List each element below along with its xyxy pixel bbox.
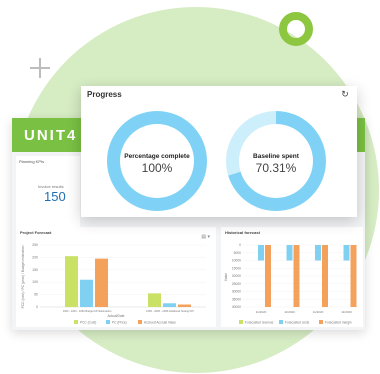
x-tick-label: 11/2020 [256, 310, 267, 314]
x-tick-label: 11/2020 [341, 310, 352, 314]
historical-forecast-chart: 0 5000 10000 15000 20000 25000 30000 35000 40000… [224, 243, 357, 325]
legend-label: Forecasted costs [285, 321, 310, 325]
bar [258, 245, 264, 261]
legend-swatch [239, 320, 243, 324]
y-axis-label: PCC (cost) / PC (price) / Budget estimat… [21, 245, 25, 308]
x-axis-label: Actual/Date [107, 314, 124, 318]
legend-label: Forecasted revenue [245, 321, 274, 325]
legend-label: PCC (Cost) [80, 321, 96, 325]
project-forecast-chart: 250 200 150 100 50 0 PCC (cost) / PC (price) /… [21, 243, 206, 325]
y-tick-label: 40000 [232, 305, 241, 309]
progress-card: Progress ↻ Percentage complete 100% Base… [81, 86, 357, 217]
historical-forecast-panel: Historical forecast 0 5000 10000 15000 20000… [221, 227, 363, 327]
legend-label: PC (Price) [112, 321, 127, 325]
kpi-value: 150 [44, 189, 66, 204]
y-tick-label: 100 [32, 280, 38, 284]
kpi-card[interactable]: Planning KPIs Invoice results 150 [16, 156, 80, 228]
x-tick-label: 1065 - 1065 - 1065 Additional Testing KP… [146, 309, 194, 313]
baseline-spent-donut: Baseline spent 70.31% [226, 111, 326, 211]
y-tick-label: 0 [36, 305, 38, 309]
donut-center: Baseline spent 70.31% [239, 124, 313, 198]
legend-swatch [319, 320, 323, 324]
decorative-ring [279, 12, 313, 46]
bar [315, 245, 321, 261]
bar [350, 245, 357, 307]
percentage-complete-label: Percentage complete [124, 153, 190, 160]
progress-title: Progress [87, 90, 122, 99]
bar [343, 245, 350, 261]
y-tick-label: 200 [32, 255, 38, 259]
y-tick-label: 50 [34, 293, 38, 297]
x-tick-label: 11/2020 [313, 310, 324, 314]
y-tick-label: 10000 [232, 259, 241, 263]
bar [65, 256, 78, 307]
percentage-complete-donut: Percentage complete 100% [107, 111, 207, 211]
donut-center: Percentage complete 100% [120, 124, 194, 198]
legend-swatch [279, 320, 283, 324]
bar [80, 279, 93, 307]
y-tick-label: 5000 [234, 251, 242, 255]
percentage-complete-value: 100% [141, 161, 173, 175]
y-tick-label: 30000 [232, 290, 241, 294]
unit4-logo: UNIT4 [24, 127, 78, 144]
y-tick-label: 35000 [232, 297, 241, 301]
baseline-spent-label: Baseline spent [253, 153, 299, 160]
y-tick-label: 0 [239, 243, 241, 247]
bar [148, 293, 161, 307]
decorative-plus-icon [30, 58, 50, 78]
bar [95, 258, 108, 307]
bar [265, 245, 271, 307]
y-tick-label: 20000 [232, 274, 241, 278]
refresh-icon[interactable]: ↻ [340, 89, 350, 99]
bar [293, 245, 300, 307]
legend-label: Forecasted margin [325, 321, 352, 325]
bar [178, 304, 191, 307]
legend-swatch [74, 320, 78, 324]
bar [163, 303, 176, 307]
y-tick-label: 150 [32, 268, 38, 272]
x-tick-label: 1063 - 1063 - 1063 Budget KPI Estimation [63, 309, 112, 313]
x-tick-label: 11/2020 [284, 310, 295, 314]
legend-swatch [106, 320, 110, 324]
bar [322, 245, 328, 307]
y-axis-label: Value [224, 273, 228, 281]
bar [286, 245, 293, 261]
legend-swatch [138, 320, 142, 324]
kpi-title: Planning KPIs [19, 159, 45, 164]
project-forecast-panel: Project Forecast ▤ ▾ 250 200 150 100 50 0 PCC … [16, 227, 216, 327]
y-tick-label: 25000 [232, 282, 241, 286]
legend-label: Accrued Accrual Value [144, 321, 176, 325]
y-tick-label: 15000 [232, 266, 241, 270]
y-tick-label: 250 [32, 243, 38, 247]
baseline-spent-value: 70.31% [255, 161, 297, 175]
